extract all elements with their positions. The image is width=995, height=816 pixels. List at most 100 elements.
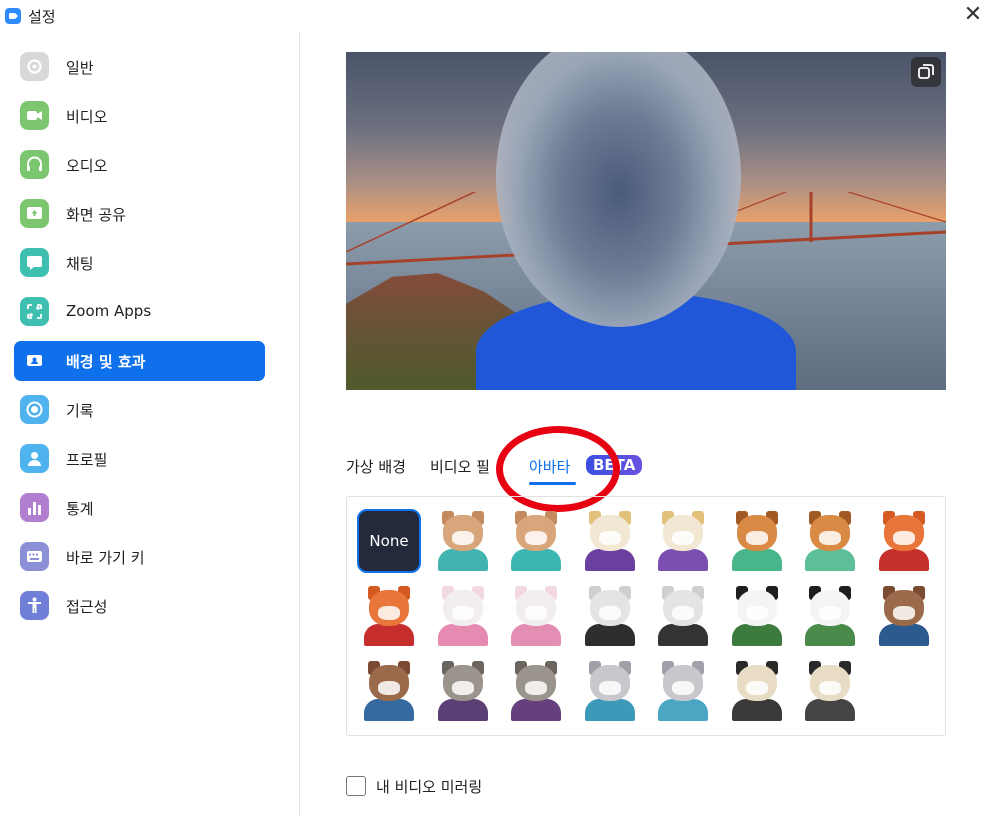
avatar-snout	[892, 531, 915, 545]
sidebar-item-label: 오디오	[66, 157, 108, 175]
avatar-body	[878, 549, 929, 571]
avatar-body	[731, 699, 782, 721]
avatar-body	[511, 624, 561, 646]
hamster-avatar[interactable]	[653, 586, 713, 646]
avatar-body	[658, 624, 708, 646]
avatar-snout	[672, 681, 694, 695]
mirror-video-label: 내 비디오 미러링	[376, 778, 483, 796]
sidebar-item-2[interactable]: 오디오	[14, 145, 265, 185]
grey-cat-avatar[interactable]	[653, 661, 713, 721]
video-preview	[346, 52, 946, 390]
avatar-body	[805, 699, 855, 721]
copy-icon	[918, 64, 934, 79]
raccoon-avatar[interactable]	[433, 661, 493, 721]
sidebar-item-7[interactable]: 기록	[14, 390, 265, 430]
chat-bubble-icon	[20, 248, 49, 277]
avatar-body	[658, 549, 708, 571]
avatar-body	[437, 549, 488, 571]
sidebar-item-label: 바로 가기 키	[66, 549, 145, 567]
sidebar-item-8[interactable]: 프로필	[14, 439, 265, 479]
sidebar-item-label: 배경 및 효과	[66, 353, 146, 371]
hamster-avatar[interactable]	[580, 586, 640, 646]
tab-video-filter[interactable]: 비디오 필	[430, 456, 490, 477]
avatar-none-label: None	[369, 532, 409, 550]
tab-virtual-background[interactable]: 가상 배경	[346, 456, 406, 477]
title-bar: 설정 ✕	[0, 0, 995, 32]
avatar-snout	[525, 531, 547, 545]
sidebar-item-label: 프로필	[66, 451, 108, 469]
sidebar-item-11[interactable]: 접근성	[14, 586, 265, 626]
avatar-body	[364, 699, 414, 721]
avatar-snout	[745, 531, 768, 545]
sidebar-item-0[interactable]: 일반	[14, 47, 265, 87]
avatar-snout	[525, 681, 547, 695]
avatar-body	[731, 549, 782, 571]
panda-avatar[interactable]	[727, 586, 787, 646]
avatar-snout	[745, 606, 768, 620]
sidebar-item-9[interactable]: 통계	[14, 488, 265, 528]
sidebar-item-label: 일반	[66, 59, 94, 77]
cow-avatar[interactable]	[653, 511, 713, 571]
avatar-snout	[525, 606, 547, 620]
sidebar-item-1[interactable]: 비디오	[14, 96, 265, 136]
switch-view-button[interactable]	[911, 57, 941, 87]
raccoon-avatar[interactable]	[506, 661, 566, 721]
sidebar-item-label: 접근성	[66, 598, 108, 616]
avatar-grid: None	[346, 496, 946, 736]
avatar-body	[878, 624, 929, 646]
sidebar-item-label: 비디오	[66, 108, 108, 126]
sidebar: 일반비디오오디오화면 공유채팅 Zoom Apps 배경 및 효과기록프로필통계바로…	[0, 32, 300, 816]
cat-avatar[interactable]	[433, 511, 493, 571]
accessibility-icon	[20, 591, 49, 620]
share-screen-icon	[20, 199, 49, 228]
rabbit-avatar[interactable]	[506, 586, 566, 646]
avatar-none-option[interactable]: None	[357, 509, 421, 573]
avatar-snout	[378, 681, 400, 695]
grey-cat-avatar[interactable]	[580, 661, 640, 721]
panda-avatar[interactable]	[800, 586, 860, 646]
avatar-body	[658, 699, 708, 721]
avatar-body	[364, 624, 414, 646]
beaver-avatar[interactable]	[359, 661, 419, 721]
sidebar-item-10[interactable]: 바로 가기 키	[14, 537, 265, 577]
cow-bw-avatar[interactable]	[800, 661, 860, 721]
avatar-snout	[598, 531, 621, 545]
avatar-snout	[892, 606, 915, 620]
avatar-snout	[819, 606, 841, 620]
sidebar-item-6[interactable]: 배경 및 효과	[14, 341, 265, 381]
dog-avatar[interactable]	[727, 511, 787, 571]
avatar-body	[511, 549, 561, 571]
sidebar-item-label: 통계	[66, 500, 94, 518]
cat-avatar[interactable]	[506, 511, 566, 571]
avatar-snout	[451, 681, 474, 695]
avatar-body	[511, 699, 561, 721]
window-title: 설정	[28, 8, 56, 26]
sidebar-item-4[interactable]: 채팅	[14, 243, 265, 283]
fox-avatar[interactable]	[874, 511, 934, 571]
fox-avatar[interactable]	[359, 586, 419, 646]
cow-avatar[interactable]	[580, 511, 640, 571]
avatar-body	[805, 549, 855, 571]
effects-tabs: 가상 배경 비디오 필 아바타 BETA	[346, 426, 946, 512]
sidebar-item-5[interactable]: Zoom Apps	[14, 292, 265, 332]
mirror-video-option[interactable]: 내 비디오 미러링	[346, 774, 546, 798]
avatar-body	[437, 624, 488, 646]
avatar-snout	[451, 531, 474, 545]
cow-bw-avatar[interactable]	[727, 661, 787, 721]
sidebar-item-label: 채팅	[66, 255, 94, 273]
close-button[interactable]: ✕	[962, 4, 984, 26]
sidebar-item-label: Zoom Apps	[66, 302, 152, 320]
beaver-avatar[interactable]	[874, 586, 934, 646]
avatar-snout	[819, 531, 841, 545]
avatar-snout	[672, 606, 694, 620]
rabbit-avatar[interactable]	[433, 586, 493, 646]
avatar-snout	[598, 681, 621, 695]
dog-avatar[interactable]	[800, 511, 860, 571]
avatar-snout	[745, 681, 768, 695]
mirror-video-checkbox[interactable]	[346, 776, 366, 796]
person-card-icon	[20, 346, 49, 375]
keyboard-icon	[20, 542, 49, 571]
bar-chart-icon	[20, 493, 49, 522]
gear-icon	[20, 52, 49, 81]
sidebar-item-3[interactable]: 화면 공유	[14, 194, 265, 234]
